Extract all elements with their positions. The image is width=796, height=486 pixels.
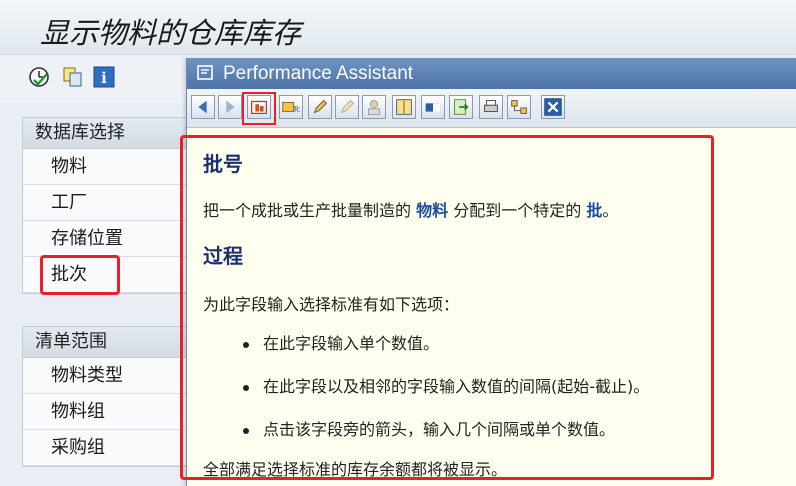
user-icon[interactable]: [362, 95, 386, 119]
selection-item-plant[interactable]: 工厂: [23, 185, 203, 221]
list-item-material-type[interactable]: 物料类型: [23, 358, 203, 394]
field-info-icon[interactable]: Tc: [279, 95, 303, 119]
technical-info-highlight: [242, 92, 276, 125]
popup-title: Performance Assistant: [223, 63, 414, 84]
toggle-icon[interactable]: [421, 95, 445, 119]
edit-icon[interactable]: [308, 95, 332, 119]
content-highlight-box: [180, 135, 714, 480]
back-icon[interactable]: [191, 95, 215, 119]
print-icon[interactable]: [479, 95, 503, 119]
window-icon: [197, 65, 213, 80]
info-icon[interactable]: i: [93, 66, 115, 88]
export-icon[interactable]: [449, 95, 473, 119]
edit-disabled-icon[interactable]: [335, 95, 359, 119]
selection-group-header: 数据库选择: [23, 118, 203, 149]
title-bar: 显示物料的仓库库存: [0, 0, 796, 54]
window-title: 显示物料的仓库库存: [40, 16, 302, 50]
list-item-purchasing-group[interactable]: 采购组: [23, 430, 203, 466]
close-icon[interactable]: [541, 95, 565, 119]
network-icon[interactable]: [507, 95, 531, 119]
popup-toolbar: Tc: [187, 89, 796, 128]
copy-variant-icon[interactable]: [62, 66, 84, 88]
selection-item-material[interactable]: 物料: [23, 149, 203, 185]
list-group-header: 清单范围: [23, 327, 203, 358]
selection-item-storage[interactable]: 存储位置: [23, 221, 203, 257]
batch-highlight-box: [40, 255, 120, 295]
document-icon[interactable]: [392, 95, 416, 119]
svg-text:i: i: [101, 69, 107, 87]
list-group: 清单范围 物料类型 物料组 采购组: [22, 326, 204, 467]
svg-text:Tc: Tc: [292, 105, 300, 114]
forward-icon[interactable]: [218, 95, 242, 119]
execute-clock-icon[interactable]: [28, 66, 50, 88]
list-item-material-group[interactable]: 物料组: [23, 394, 203, 430]
popup-title-bar[interactable]: Performance Assistant: [187, 58, 796, 89]
